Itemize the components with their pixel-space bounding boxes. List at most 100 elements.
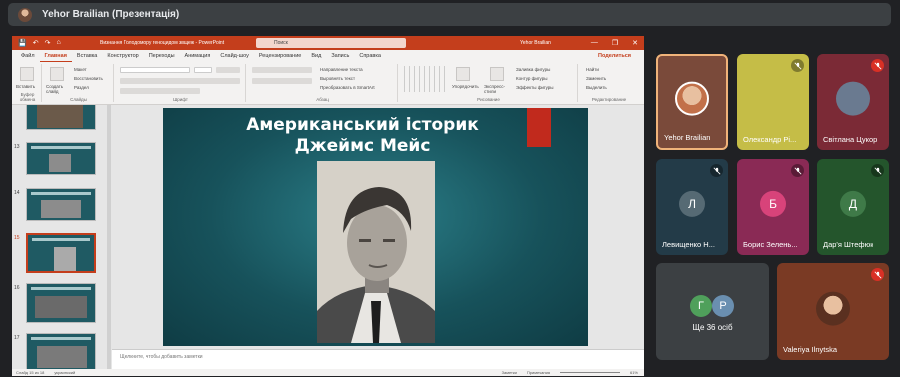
minimize-icon[interactable]: — xyxy=(591,39,598,47)
participant-initial: Б xyxy=(760,190,786,217)
slide-title[interactable]: Американський історик Джеймс Мейс xyxy=(163,115,562,157)
status-right: Заметки Примечания 61% xyxy=(502,370,638,375)
paste-button[interactable]: Вставить xyxy=(16,84,35,89)
thumbnail-scrollbar[interactable] xyxy=(107,105,111,369)
share-button[interactable]: Поделиться xyxy=(593,50,636,62)
search-box[interactable]: Поиск xyxy=(256,38,406,48)
text-direction-button[interactable]: Направление текста xyxy=(320,67,363,72)
tab-animation[interactable]: Анимация xyxy=(180,50,216,62)
arrange-button[interactable]: Упорядочить xyxy=(452,84,479,89)
comments-toggle[interactable]: Примечания xyxy=(527,370,550,375)
tab-review[interactable]: Рецензирование xyxy=(254,50,306,62)
close-icon[interactable]: ✕ xyxy=(632,39,638,47)
reset-button[interactable]: Восстановить xyxy=(74,76,103,81)
slide-title-line2: Джеймс Мейс xyxy=(294,136,431,156)
editing-group-label: Редактирование xyxy=(591,97,627,102)
portrait-photo[interactable] xyxy=(317,161,435,343)
align-text-button[interactable]: Выровнять текст xyxy=(320,76,355,81)
participant-name: Yehor Brailian xyxy=(664,133,711,142)
shape-effects-button[interactable]: Эффекты фигуры xyxy=(516,85,554,90)
smartart-button[interactable]: Преобразовать в SmartArt xyxy=(320,85,375,90)
notes-pane[interactable]: Щелкните, чтобы добавить заметки xyxy=(112,349,644,369)
tab-transitions[interactable]: Переходы xyxy=(144,50,180,62)
font-color-buttons[interactable] xyxy=(120,88,200,94)
slide-number: 13 xyxy=(14,144,20,150)
slide-number: 14 xyxy=(14,190,20,196)
presenter-label: Yehor Brailian (Презентація) xyxy=(42,9,180,20)
arrange-icon[interactable] xyxy=(456,67,470,81)
tab-slideshow[interactable]: Слайд-шоу xyxy=(215,50,254,62)
tab-file[interactable]: Файл xyxy=(16,50,40,62)
slide-thumbnail-panel: 12 13 14 15 16 17 xyxy=(12,105,112,369)
quick-access-toolbar: 💾 ↶ ↷ ⌂ xyxy=(12,39,61,47)
section-button[interactable]: Раздел xyxy=(74,85,89,90)
shapes-gallery[interactable] xyxy=(404,66,448,92)
participant-tile[interactable]: Олександр Рі... xyxy=(737,54,809,150)
participant-name: Valeriya Ilnytska xyxy=(783,345,838,354)
participant-avatar xyxy=(816,291,850,326)
zoom-level[interactable]: 61% xyxy=(630,370,638,375)
list-buttons[interactable] xyxy=(252,67,312,73)
select-button[interactable]: Выделить xyxy=(586,85,607,90)
redo-icon[interactable]: ↷ xyxy=(45,39,51,47)
zoom-slider[interactable] xyxy=(559,372,620,373)
undo-icon[interactable]: ↶ xyxy=(33,39,39,47)
document-title: Визнання Голодомору геноцидом звщеж - Po… xyxy=(100,40,225,46)
align-buttons[interactable] xyxy=(252,78,312,84)
quick-styles-button[interactable]: Экспресс-стили xyxy=(484,84,510,94)
quick-styles-icon[interactable] xyxy=(490,67,504,81)
presenter-avatar xyxy=(18,7,32,22)
others-tile[interactable]: Г Р Ще 36 осіб xyxy=(656,263,769,360)
new-slide-icon[interactable] xyxy=(50,67,64,81)
slide-thumbnail[interactable] xyxy=(26,142,96,175)
maximize-icon[interactable]: ❐ xyxy=(612,39,618,47)
mic-off-icon xyxy=(791,164,804,177)
new-slide-button[interactable]: Создать слайд xyxy=(46,84,70,94)
ribbon-tabs: Файл Главная Вставка Конструктор Переход… xyxy=(12,50,644,62)
find-button[interactable]: Найти xyxy=(586,67,599,72)
tab-design[interactable]: Конструктор xyxy=(102,50,143,62)
mic-off-icon xyxy=(710,164,723,177)
ribbon: Вставить Буфер обмена Создать слайд Маке… xyxy=(12,62,644,105)
tab-record[interactable]: Запись xyxy=(326,50,354,62)
replace-button[interactable]: Заменить xyxy=(586,76,606,81)
participant-initial: Р xyxy=(712,295,734,317)
shape-fill-button[interactable]: Заливка фигуры xyxy=(516,67,550,72)
participant-avatar xyxy=(675,81,709,116)
participant-tile[interactable]: Б Борис Зелень... xyxy=(737,159,809,255)
shape-outline-button[interactable]: Контур фигуры xyxy=(516,76,547,81)
participant-tile[interactable]: Світлана Цукор xyxy=(817,54,889,150)
slide-thumbnail[interactable] xyxy=(26,188,96,221)
layout-button[interactable]: Макет xyxy=(74,67,87,72)
font-format-buttons[interactable] xyxy=(120,78,240,84)
participant-tile[interactable]: Valeriya Ilnytska xyxy=(777,263,889,360)
paste-icon[interactable] xyxy=(20,67,34,81)
drawing-group: Упорядочить Экспресс-стили Заливка фигур… xyxy=(400,64,578,102)
save-icon[interactable]: 💾 xyxy=(18,39,27,47)
slide-thumbnail-selected[interactable] xyxy=(26,233,96,273)
slide-thumbnail[interactable] xyxy=(26,105,96,130)
tab-view[interactable]: Вид xyxy=(306,50,326,62)
tab-insert[interactable]: Вставка xyxy=(72,50,102,62)
participant-tile[interactable]: Л Левищенко Н... xyxy=(656,159,728,255)
language-indicator[interactable]: украинский xyxy=(54,370,75,375)
font-family-select[interactable] xyxy=(120,67,190,73)
font-size-select[interactable] xyxy=(194,67,212,73)
account-name[interactable]: Yehor Brailian xyxy=(520,40,551,46)
clipboard-label: Буфер обмена xyxy=(19,92,36,102)
tab-home[interactable]: Главная xyxy=(39,50,72,62)
participant-tile[interactable]: Yehor Brailian xyxy=(656,54,728,150)
slide-thumbnail[interactable] xyxy=(26,283,96,323)
font-size-buttons[interactable] xyxy=(216,67,240,73)
participant-initial: Г xyxy=(690,295,712,317)
home-icon[interactable]: ⌂ xyxy=(56,39,60,47)
slide-number: 16 xyxy=(14,285,20,291)
participant-avatar xyxy=(836,81,870,116)
portrait-image xyxy=(317,161,435,343)
slide-thumbnail[interactable] xyxy=(26,333,96,369)
notes-toggle[interactable]: Заметки xyxy=(502,370,517,375)
participant-tile[interactable]: Д Дар'я Штефюк xyxy=(817,159,889,255)
current-slide[interactable]: Американський історик Джеймс Мейс xyxy=(163,108,588,346)
mic-off-icon xyxy=(871,164,884,177)
tab-help[interactable]: Справка xyxy=(354,50,386,62)
